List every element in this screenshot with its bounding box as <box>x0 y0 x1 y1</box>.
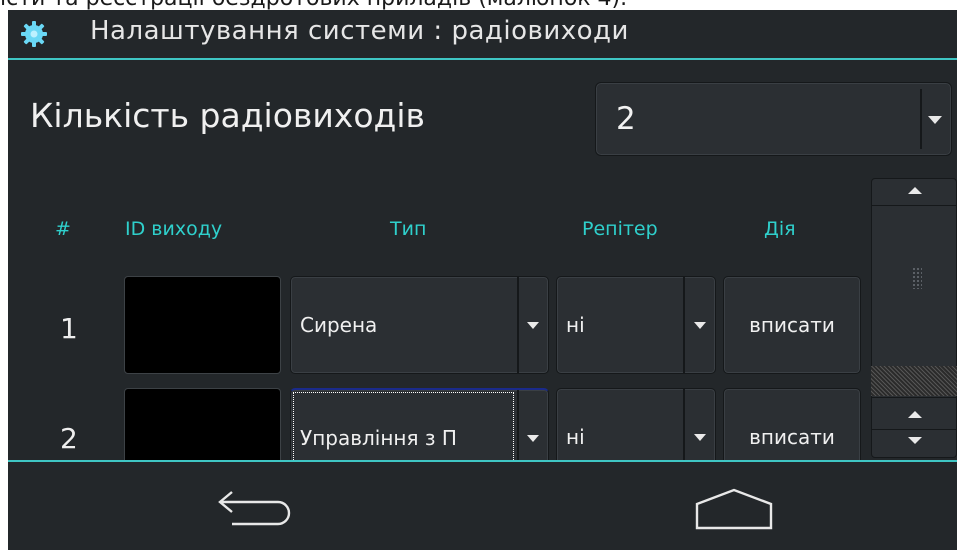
select-divider <box>920 89 922 149</box>
write-button-label: вписати <box>749 425 835 449</box>
column-header-output-id: ID виходу <box>125 218 223 240</box>
chevron-down-icon <box>527 322 539 329</box>
outputs-count-select[interactable]: 2 <box>595 82 952 156</box>
document-caption: істи та реєстрації бездротових приладів … <box>0 0 957 10</box>
write-button-label: вписати <box>749 313 835 337</box>
select-divider <box>683 277 685 373</box>
type-select[interactable]: Сирена <box>290 276 549 374</box>
navigation-bar <box>8 462 957 550</box>
outputs-count-value: 2 <box>616 101 636 137</box>
repeater-select-value: ні <box>566 425 585 449</box>
home-icon[interactable] <box>689 486 779 532</box>
gear-icon <box>21 21 47 47</box>
write-button[interactable]: вписати <box>723 276 861 374</box>
device-screen: Налаштування системи : радіовиходи Кільк… <box>8 10 957 550</box>
outputs-count-label: Кількість радіовиходів <box>30 96 425 135</box>
column-header-repeater: Репітер <box>582 218 658 240</box>
title-bar: Налаштування системи : радіовиходи <box>8 10 957 58</box>
scroll-divider <box>872 429 956 430</box>
window-title: Налаштування системи : радіовиходи <box>90 16 629 46</box>
scroll-step-down-icon[interactable] <box>908 437 922 444</box>
row-number: 2 <box>60 422 78 455</box>
scroll-hatch-area <box>871 366 957 396</box>
column-header-type: Тип <box>390 218 427 240</box>
scroll-divider <box>872 205 956 206</box>
column-header-action: Дія <box>764 218 796 240</box>
back-arrow-icon[interactable] <box>208 488 300 532</box>
scrollbar[interactable] <box>871 178 957 458</box>
scroll-up-icon[interactable] <box>908 187 922 194</box>
chevron-down-icon <box>527 435 539 442</box>
scroll-step-up-icon[interactable] <box>908 411 922 418</box>
chevron-down-icon <box>694 434 706 441</box>
repeater-select-value: ні <box>566 313 585 337</box>
type-select-value: Сирена <box>300 313 378 337</box>
chevron-down-icon <box>694 322 706 329</box>
chevron-down-icon <box>928 116 942 124</box>
select-divider <box>517 277 519 373</box>
output-id-field[interactable] <box>124 276 281 374</box>
title-divider <box>8 58 957 60</box>
scroll-divider <box>872 397 956 398</box>
type-select-value: Управління з П <box>300 426 457 450</box>
row-number: 1 <box>60 312 78 345</box>
repeater-select[interactable]: ні <box>556 276 716 374</box>
column-header-number: # <box>55 218 71 240</box>
scroll-thumb-grip-icon[interactable] <box>912 267 922 289</box>
